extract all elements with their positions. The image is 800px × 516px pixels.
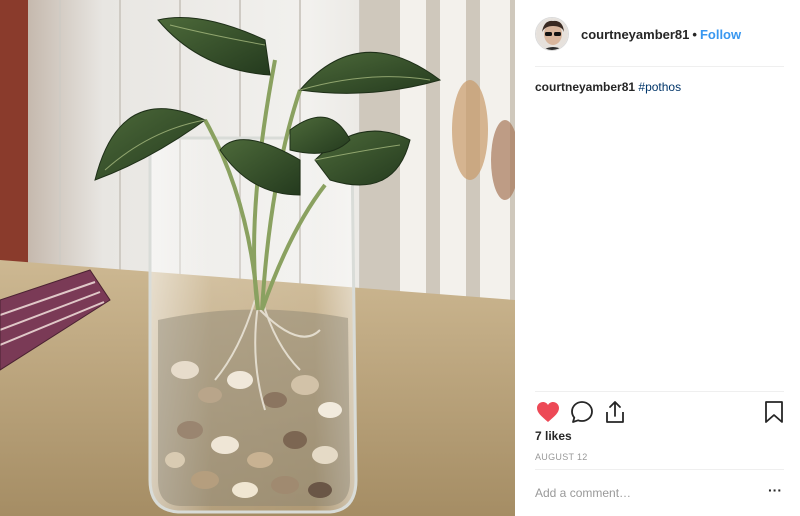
- more-options-icon[interactable]: ···: [765, 482, 785, 502]
- post-caption: courtneyamber81 #pothos: [535, 79, 784, 95]
- likes-count[interactable]: 7 likes: [535, 429, 572, 443]
- follow-button[interactable]: Follow: [700, 27, 741, 42]
- caption-username[interactable]: courtneyamber81: [535, 80, 635, 94]
- avatar-image: [536, 18, 568, 50]
- user-avatar[interactable]: [535, 17, 569, 51]
- header-text: courtneyamber81 • Follow: [581, 27, 741, 42]
- header-divider: [535, 66, 784, 67]
- comment-input[interactable]: [535, 483, 755, 503]
- action-bar: [535, 398, 787, 426]
- comment-icon: [571, 401, 593, 423]
- post-header: courtneyamber81 • Follow: [535, 14, 785, 54]
- heart-icon: [537, 402, 559, 422]
- share-button[interactable]: [602, 398, 628, 426]
- pothos-photo-illustration: [0, 0, 515, 516]
- post-photo[interactable]: [0, 0, 515, 516]
- save-button[interactable]: [761, 398, 787, 426]
- header-username[interactable]: courtneyamber81: [581, 27, 689, 42]
- like-button[interactable]: [535, 398, 561, 426]
- actions-divider: [535, 391, 784, 392]
- share-icon: [606, 401, 624, 423]
- post-date[interactable]: AUGUST 12: [535, 452, 588, 462]
- caption-hashtag[interactable]: #pothos: [638, 80, 681, 94]
- post-panel: courtneyamber81 • Follow courtneyamber81 #…: [515, 0, 800, 516]
- bookmark-icon: [765, 401, 783, 423]
- comment-button[interactable]: [569, 398, 595, 426]
- separator-dot: •: [692, 26, 697, 42]
- comment-divider: [535, 469, 784, 470]
